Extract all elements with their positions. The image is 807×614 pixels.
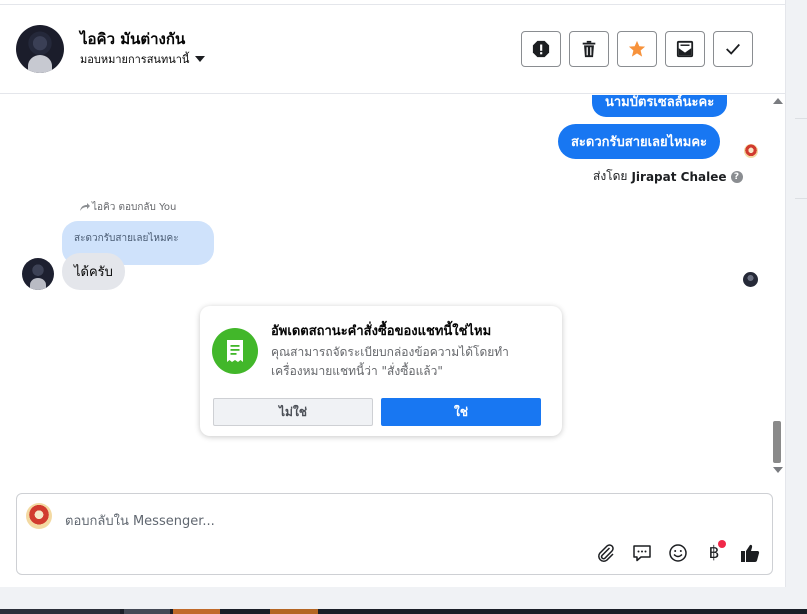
attachment-icon xyxy=(598,544,614,562)
emoji-button[interactable] xyxy=(667,542,689,564)
conversation-panel: ไอคิว มันต่างกัน มอบหมายการสนทนานี้ นามบ… xyxy=(0,0,785,587)
mark-done-button[interactable] xyxy=(713,31,753,67)
reply-note: ไอคิว ตอบกลับ You xyxy=(80,200,176,215)
scroll-thumb[interactable] xyxy=(773,421,781,463)
reply-note-text: ไอคิว ตอบกลับ You xyxy=(92,202,177,213)
outgoing-message[interactable]: นามบัตรเซลล์นะคะ xyxy=(592,95,728,117)
like-button[interactable] xyxy=(739,542,761,564)
assign-conversation-dropdown[interactable]: มอบหมายการสนทนานี้ xyxy=(80,50,206,68)
incoming-message[interactable]: ได้ครับ xyxy=(62,253,125,290)
page-avatar xyxy=(26,503,52,529)
seen-avatar-contact xyxy=(743,272,758,287)
contact-avatar-small xyxy=(22,258,54,290)
conversation-header: ไอคิว มันต่างกัน มอบหมายการสนทนานี้ xyxy=(0,0,785,94)
sent-by-info: ส่งโดย Jirapat Chalee ? xyxy=(593,167,743,186)
outgoing-message[interactable]: สะดวกรับสายเลยไหมคะ xyxy=(558,124,720,159)
receipt-icon xyxy=(212,328,258,374)
sent-by-prefix: ส่งโดย xyxy=(593,169,628,183)
saved-replies-icon xyxy=(633,545,651,562)
prompt-body: คุณสามารถจัดระเบียบกล่องข้อความได้โดยทำเ… xyxy=(271,345,509,378)
payment-button[interactable]: ฿ xyxy=(703,540,726,564)
scroll-up-arrow-icon[interactable] xyxy=(773,98,783,104)
caret-down-icon xyxy=(195,56,206,62)
attachment-button[interactable] xyxy=(595,542,617,564)
spam-icon xyxy=(532,40,550,58)
mark-unread-icon xyxy=(676,40,694,58)
right-side-strip xyxy=(785,0,807,587)
trash-icon xyxy=(582,40,596,58)
prompt-title: อัพเดตสถานะคำสั่งซื้อของแชทนี้ใช่ไหม xyxy=(271,324,492,339)
thread-scrollbar[interactable] xyxy=(770,96,785,480)
reply-composer[interactable]: ตอบกลับใน Messenger... ฿ xyxy=(16,493,773,575)
scroll-down-arrow-icon[interactable] xyxy=(773,467,783,473)
sender-name: Jirapat Chalee xyxy=(631,169,727,184)
order-status-prompt: อัพเดตสถานะคำสั่งซื้อของแชทนี้ใช่ไหม คุณ… xyxy=(200,306,562,436)
no-button[interactable]: ไม่ใช่ xyxy=(213,398,373,426)
mark-unread-button[interactable] xyxy=(665,31,705,67)
notification-dot xyxy=(718,540,726,548)
seen-avatar-page xyxy=(744,144,758,158)
yes-button[interactable]: ใช่ xyxy=(381,398,541,426)
emoji-icon xyxy=(669,544,687,562)
help-icon[interactable]: ? xyxy=(730,170,743,183)
saved-replies-button[interactable] xyxy=(631,542,653,564)
thumbs-up-icon xyxy=(741,544,760,562)
check-icon xyxy=(726,43,740,55)
star-icon xyxy=(628,40,646,57)
reply-arrow-icon xyxy=(80,203,90,211)
contact-avatar[interactable] xyxy=(16,25,64,73)
assign-label: มอบหมายการสนทนานี้ xyxy=(80,53,190,66)
mark-spam-button[interactable] xyxy=(521,31,561,67)
delete-button[interactable] xyxy=(569,31,609,67)
contact-name[interactable]: ไอคิว มันต่างกัน xyxy=(80,27,185,51)
reply-input[interactable]: ตอบกลับใน Messenger... xyxy=(65,510,215,531)
taskbar xyxy=(0,609,807,614)
star-button[interactable] xyxy=(617,31,657,67)
